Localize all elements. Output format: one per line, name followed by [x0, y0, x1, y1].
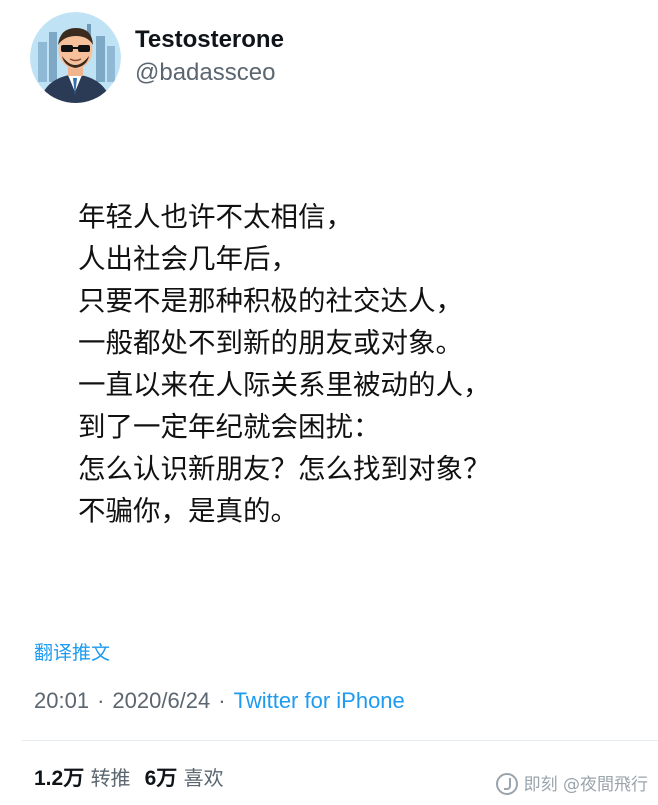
- tweet-line: 只要不是那种积极的社交达人，: [78, 285, 463, 317]
- watermark: 即刻 @夜間飛行: [495, 770, 648, 795]
- retweets-label: 转推: [90, 766, 131, 790]
- user-display-name[interactable]: Testosterone: [135, 26, 284, 54]
- jike-logo-icon: [495, 773, 518, 795]
- tweet-meta: 20:01 · 2020/6/24 · Twitter for iPhone: [34, 688, 405, 714]
- tweet-line: 不骗你，是真的。: [78, 495, 298, 527]
- tweet-line: 人出社会几年后，: [78, 243, 298, 275]
- likes-count: 6万: [144, 767, 178, 790]
- divider: [22, 740, 658, 741]
- tweet-date[interactable]: 2020/6/24: [112, 688, 210, 713]
- tweet-line: 年轻人也许不太相信，: [78, 201, 353, 233]
- tweet-line: 到了一定年纪就会困扰：: [78, 411, 381, 443]
- tweet-header: Testosterone @badassceo: [22, 10, 622, 105]
- tweet-time[interactable]: 20:01: [34, 688, 89, 713]
- retweets-stat[interactable]: 1.2万 转推: [34, 766, 131, 790]
- tweet-stats: 1.2万 转推 6万 喜欢: [34, 762, 224, 792]
- tweet-line: 怎么认识新朋友？怎么找到对象？: [78, 453, 491, 485]
- likes-label: 喜欢: [183, 766, 224, 790]
- avatar-illustration-icon: [30, 12, 121, 103]
- retweets-count: 1.2万: [34, 767, 85, 790]
- translate-tweet-link[interactable]: 翻译推文: [34, 638, 110, 665]
- meta-separator: ·: [97, 688, 105, 713]
- tweet-source-link[interactable]: Twitter for iPhone: [234, 688, 405, 713]
- meta-separator: ·: [218, 688, 226, 713]
- likes-stat[interactable]: 6万 喜欢: [145, 766, 224, 790]
- tweet-text: 年轻人也许不太相信， 人出社会几年后， 只要不是那种积极的社交达人， 一般都处不…: [78, 196, 638, 532]
- watermark-text: 即刻 @夜間飛行: [523, 775, 648, 795]
- tweet-line: 一般都处不到新的朋友或对象。: [78, 327, 463, 359]
- user-avatar[interactable]: [30, 12, 121, 103]
- user-handle[interactable]: @badassceo: [135, 59, 275, 87]
- tweet-line: 一直以来在人际关系里被动的人，: [78, 369, 491, 401]
